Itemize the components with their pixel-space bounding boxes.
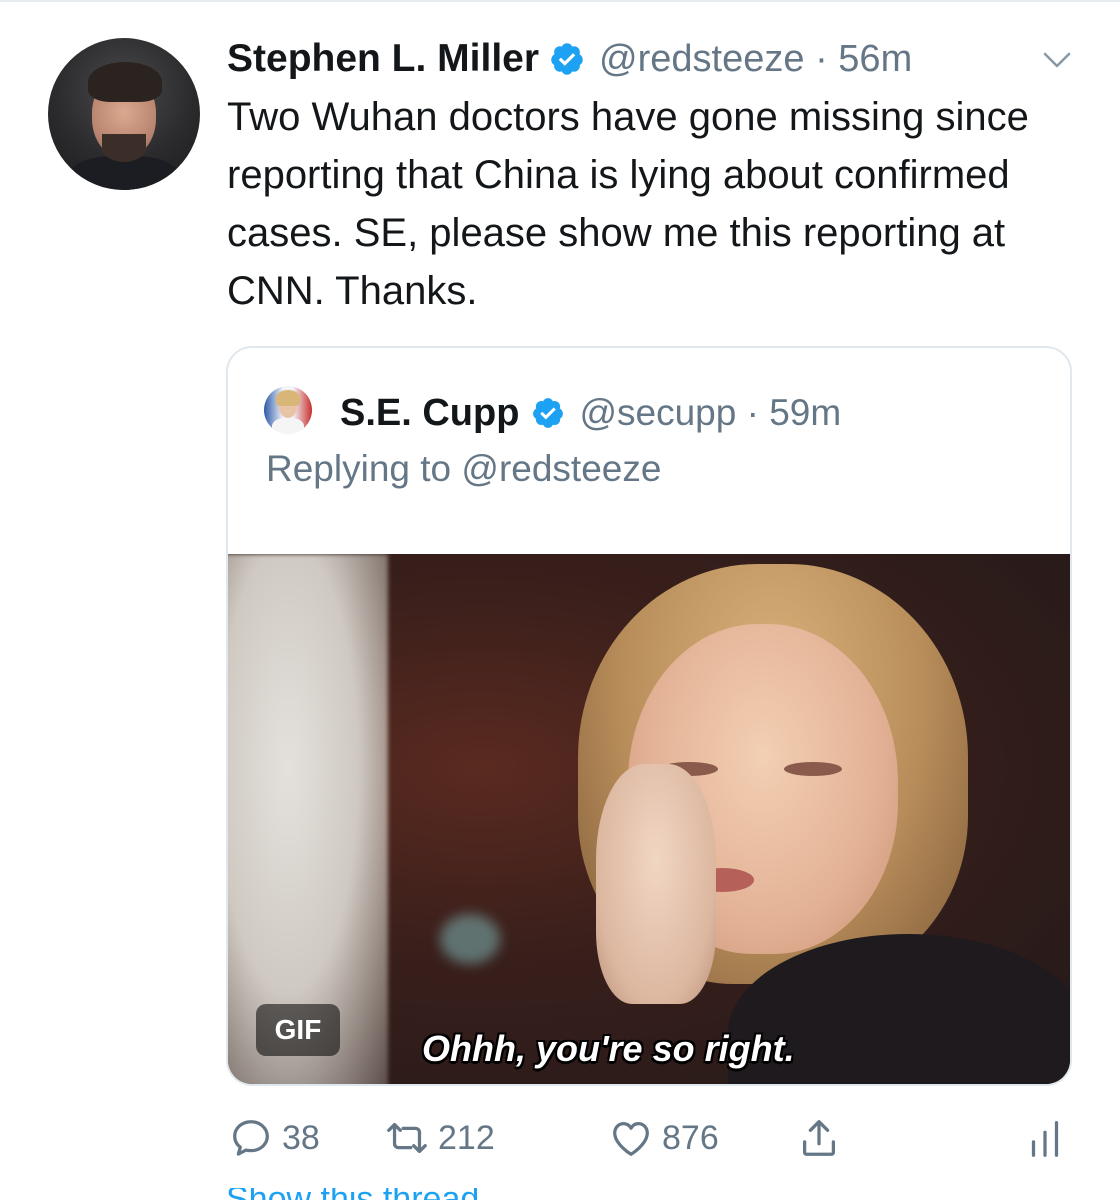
tweet-text: Two Wuhan doctors have gone missing sinc… <box>227 95 1029 313</box>
author-handle-time[interactable]: @redsteeze · 56m <box>599 38 912 81</box>
retweet-count: 212 <box>438 1118 495 1157</box>
quoted-author-handle[interactable]: @secupp <box>579 392 736 433</box>
share-icon <box>802 1120 836 1156</box>
show-thread-label[interactable]: Show this thread <box>226 1188 586 1200</box>
reply-mention-link[interactable]: @redsteeze <box>461 448 661 489</box>
tweet-time[interactable]: 56m <box>838 38 912 80</box>
share-button[interactable] <box>796 1110 842 1166</box>
author-name[interactable]: Stephen L. Miller <box>227 37 539 81</box>
reply-count: 38 <box>282 1118 320 1157</box>
verified-badge-icon <box>533 398 564 428</box>
gif-caption: Ohhh, you're so right. <box>422 1028 795 1069</box>
meta-separator: · <box>746 392 759 433</box>
gif-media[interactable]: GIF Ohhh, you're so right. <box>228 554 1070 1084</box>
chevron-down-icon[interactable] <box>1042 50 1072 70</box>
meta-separator: · <box>815 37 828 80</box>
gif-badge: GIF <box>256 1004 340 1056</box>
heart-icon <box>613 1121 649 1156</box>
quoted-tweet-header: S.E. Cupp @secupp · 59m <box>340 388 841 438</box>
replying-to-label: Replying to <box>266 448 452 489</box>
author-handle[interactable]: @redsteeze <box>599 38 804 80</box>
retweet-icon <box>387 1122 427 1154</box>
quoted-handle-time[interactable]: @secupp · 59m <box>579 392 841 434</box>
verified-badge-icon <box>551 43 583 75</box>
like-count: 876 <box>662 1118 719 1157</box>
quoted-author-name[interactable]: S.E. Cupp <box>340 392 519 435</box>
tweet-header: Stephen L. Miller @redsteeze · 56m <box>227 34 912 84</box>
reply-icon <box>233 1120 269 1156</box>
replying-to-line: Replying to @redsteeze <box>266 448 661 490</box>
quoted-tweet-card[interactable]: S.E. Cupp @secupp · 59m Replying to @red… <box>226 346 1072 1086</box>
analytics-button[interactable] <box>1022 1110 1068 1166</box>
top-divider <box>0 0 1120 2</box>
quoted-tweet-time[interactable]: 59m <box>769 392 841 433</box>
retweet-button[interactable]: 212 <box>384 1110 495 1166</box>
analytics-icon <box>1031 1121 1059 1157</box>
quoted-author-avatar[interactable] <box>264 386 312 434</box>
like-button[interactable]: 876 <box>608 1110 719 1166</box>
show-thread-link[interactable]: Show this thread <box>226 1188 586 1200</box>
author-avatar[interactable] <box>48 38 200 190</box>
reply-button[interactable]: 38 <box>228 1110 320 1166</box>
tweet-action-bar: 38 212 876 <box>0 1110 1120 1170</box>
